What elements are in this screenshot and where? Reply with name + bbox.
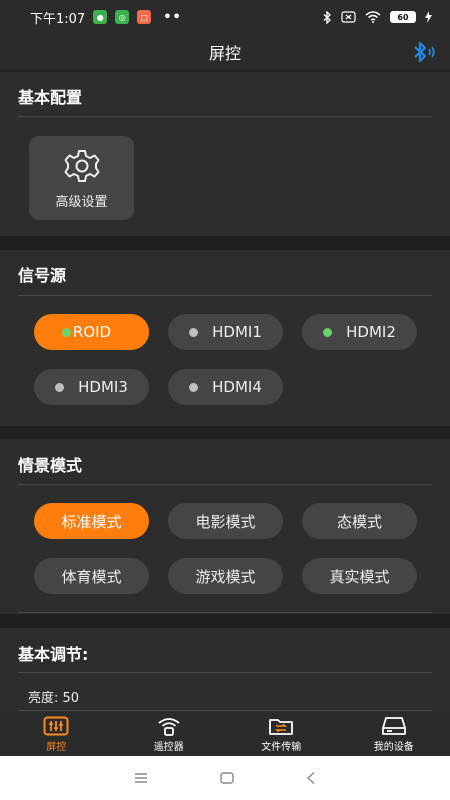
mode-dynamic-button[interactable]: 态模式 <box>302 503 417 539</box>
section-divider <box>18 295 432 296</box>
mode-game-button[interactable]: 游戏模式 <box>168 558 283 594</box>
section-divider <box>18 116 432 117</box>
source-hdmi1-button[interactable]: HDMI1 <box>168 314 283 350</box>
mode-standard-button[interactable]: 标准模式 <box>34 503 149 539</box>
mode-label: 游戏模式 <box>195 567 256 586</box>
tab-label: 我的设备 <box>373 742 414 753</box>
gear-icon <box>64 149 99 182</box>
scene-mode-section: 情景模式 标准模式 电影模式 态模式 体育模式 游戏模式 真实模式 <box>0 439 450 614</box>
mode-label: 真实模式 <box>329 567 390 586</box>
system-navigation-bar <box>0 756 450 800</box>
wechat-notification-icon: ● <box>93 10 108 24</box>
message-notification-icon: ◎ <box>115 10 130 24</box>
folder-transfer-icon <box>269 719 294 735</box>
status-dot <box>189 382 199 392</box>
tab-label: 屏控 <box>46 742 67 753</box>
advanced-settings-button[interactable]: 高级设置 <box>29 136 134 220</box>
mode-sports-button[interactable]: 体育模式 <box>34 558 149 594</box>
basic-config-section: 基本配置 高级设置 <box>0 72 450 236</box>
wifi-icon <box>365 11 381 23</box>
basic-adjust-section: 基本调节: 亮度: 50 <box>0 628 450 712</box>
scene-mode-title: 情景模式 <box>18 456 83 475</box>
bluetooth-icon <box>414 41 435 63</box>
basic-config-title: 基本配置 <box>18 88 83 107</box>
source-hdmi3-button[interactable]: HDMI3 <box>34 369 149 405</box>
battery-icon: 60 <box>390 11 416 23</box>
device-icon <box>381 717 406 735</box>
tab-my-devices[interactable]: 我的设备 <box>338 712 450 756</box>
mode-movie-button[interactable]: 电影模式 <box>168 503 283 539</box>
source-label: HDMI4 <box>212 378 262 396</box>
menu-nav-icon[interactable] <box>133 772 149 784</box>
advanced-settings-label: 高级设置 <box>55 194 108 210</box>
bluetooth-status-icon <box>323 10 331 24</box>
section-divider <box>18 612 432 613</box>
mode-label: 标准模式 <box>61 512 122 531</box>
source-label: ROID <box>72 323 112 341</box>
more-notifications-icon: •• <box>163 9 182 25</box>
source-hdmi2-button[interactable]: HDMI2 <box>302 314 417 350</box>
charging-icon <box>425 11 432 23</box>
source-label: HDMI2 <box>346 323 396 341</box>
basic-adjust-title: 基本调节: <box>18 645 89 664</box>
brightness-label: 亮度: 50 <box>28 691 80 706</box>
status-dot <box>189 327 199 337</box>
remote-signal-icon <box>158 718 180 736</box>
source-hdmi4-button[interactable]: HDMI4 <box>168 369 283 405</box>
mode-realistic-button[interactable]: 真实模式 <box>302 558 417 594</box>
section-divider <box>18 484 432 485</box>
source-label: HDMI1 <box>212 323 262 341</box>
tab-remote[interactable]: 遥控器 <box>113 712 226 756</box>
title-bar: 屏控 <box>0 34 450 70</box>
app-notification-icon: □ <box>137 10 152 24</box>
tab-label: 遥控器 <box>153 742 184 753</box>
tab-file-transfer[interactable]: 文件传输 <box>225 712 338 756</box>
tab-screen-control[interactable]: 屏控 <box>0 712 113 756</box>
bluetooth-button[interactable] <box>410 40 438 64</box>
back-nav-icon[interactable] <box>305 771 317 785</box>
bottom-tab-bar: 屏控 遥控器 文件传输 我的设备 <box>0 712 450 756</box>
status-time: 下午1:07 <box>30 11 86 27</box>
status-dot <box>323 327 333 337</box>
mode-label: 电影模式 <box>195 512 256 531</box>
signal-source-title: 信号源 <box>18 266 67 285</box>
section-divider <box>18 710 432 711</box>
page-title: 屏控 <box>208 44 241 63</box>
tab-label: 文件传输 <box>261 742 302 753</box>
no-sim-icon <box>341 11 356 23</box>
section-divider <box>18 672 432 673</box>
source-android-button[interactable]: ROID <box>34 314 149 350</box>
signal-source-section: 信号源 ROID HDMI1 HDMI2 HDMI3 HDMI4 <box>0 250 450 426</box>
status-bar: 下午1:07 ● ◎ □ •• 60 <box>0 0 450 34</box>
status-dot <box>55 382 65 392</box>
source-label: HDMI3 <box>78 378 128 396</box>
mode-label: 体育模式 <box>61 567 122 586</box>
home-nav-icon[interactable] <box>219 771 235 785</box>
sliders-icon <box>43 716 69 736</box>
status-dot <box>61 327 71 337</box>
mode-label: 态模式 <box>336 512 382 531</box>
